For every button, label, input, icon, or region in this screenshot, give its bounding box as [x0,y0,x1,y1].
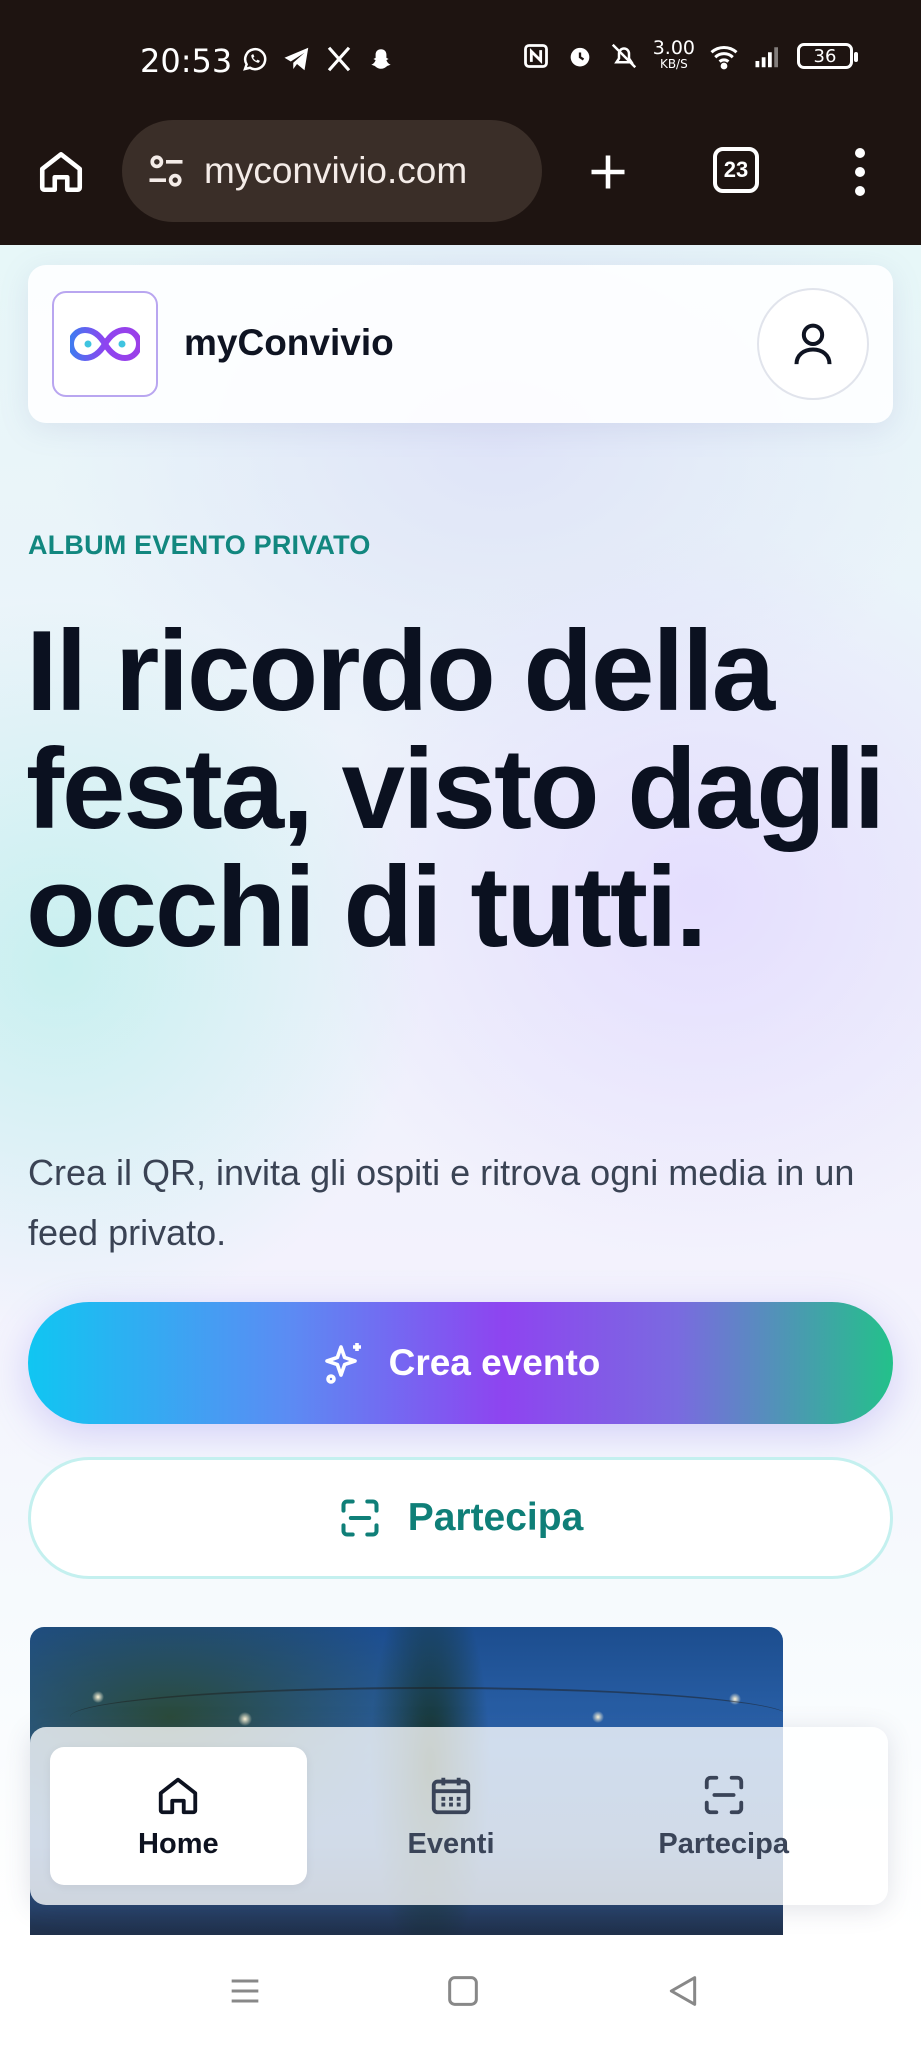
dot [855,148,865,158]
plus-icon [591,155,625,189]
site-header: myConvivio [28,265,893,423]
snapchat-icon [366,44,396,74]
notification-icons [240,44,396,74]
nav-item-home[interactable]: Home [50,1747,307,1885]
system-home-button[interactable] [443,1971,483,2011]
x-icon [324,44,354,74]
browser-chrome: 20:53 3.00 KB/S 36 myconvivio.com 23 [0,0,921,245]
scan-icon [341,1499,379,1537]
nav-item-eventi[interactable]: Eventi [323,1747,580,1885]
hero-title: Il ricordo della festa, visto dagli occh… [26,608,885,971]
dot [855,167,865,177]
nav-label-eventi: Eventi [407,1827,495,1860]
status-bar: 20:53 3.00 KB/S 36 [0,0,921,120]
nav-label-partecipa: Partecipa [658,1827,789,1860]
telegram-icon [282,44,312,74]
home-icon [39,152,83,193]
calendar-icon [431,1777,471,1814]
brand-logo[interactable] [52,291,158,397]
url-text[interactable]: myconvivio.com [204,150,467,192]
scan-icon [704,1775,743,1814]
whatsapp-icon [240,44,270,74]
dot [855,186,865,196]
network-speed: 3.00 KB/S [652,37,695,72]
join-label: Partecipa [407,1496,584,1539]
browser-home-button[interactable] [36,146,86,196]
status-time: 20:53 [140,42,233,80]
mute-icon [609,41,639,71]
home-icon [159,1777,198,1814]
tab-switcher-button[interactable]: 23 [713,147,759,193]
menu-icon [231,1979,259,2003]
create-event-button[interactable]: Crea evento [28,1302,893,1424]
hero-eyebrow: ALBUM EVENTO PRIVATO [28,530,371,560]
join-button[interactable]: Partecipa [28,1457,893,1579]
site-settings-icon[interactable] [144,149,188,193]
brand-name[interactable]: myConvivio [184,322,394,364]
system-status-icons: 3.00 KB/S 36 [521,37,858,72]
nav-label-home: Home [138,1827,219,1860]
photo-crowd [30,1907,783,1935]
browser-menu-button[interactable] [850,148,870,196]
create-event-label: Crea evento [388,1342,601,1383]
recent-apps-button[interactable] [225,1971,265,2011]
system-back-button[interactable] [663,1971,703,2011]
sparkles-icon [324,1343,361,1384]
back-triangle-icon [669,1976,697,2006]
address-bar[interactable]: myconvivio.com [122,120,542,222]
nav-item-partecipa[interactable]: Partecipa [595,1747,852,1885]
user-account-button[interactable] [757,288,869,400]
square-icon [448,1976,478,2006]
signal-icon [753,41,783,71]
network-speed-value: 3.00 [652,37,695,59]
infinity-logo-icon [70,326,140,362]
battery-indicator: 36 [797,43,858,69]
web-page: myConvivio ALBUM EVENTO PRIVATO Il ricor… [0,245,921,1935]
hero-subtitle: Crea il QR, invita gli ospiti e ritrova … [28,1152,855,1253]
new-tab-button[interactable] [586,150,630,194]
user-icon [794,323,832,365]
system-navigation-bar [0,1935,921,2048]
bottom-navigation: Home Eventi Partecipa [30,1727,888,1905]
wifi-icon [709,41,739,71]
nfc-icon [521,41,551,71]
browser-toolbar: myconvivio.com 23 [0,120,921,245]
alarm-icon [565,41,595,71]
